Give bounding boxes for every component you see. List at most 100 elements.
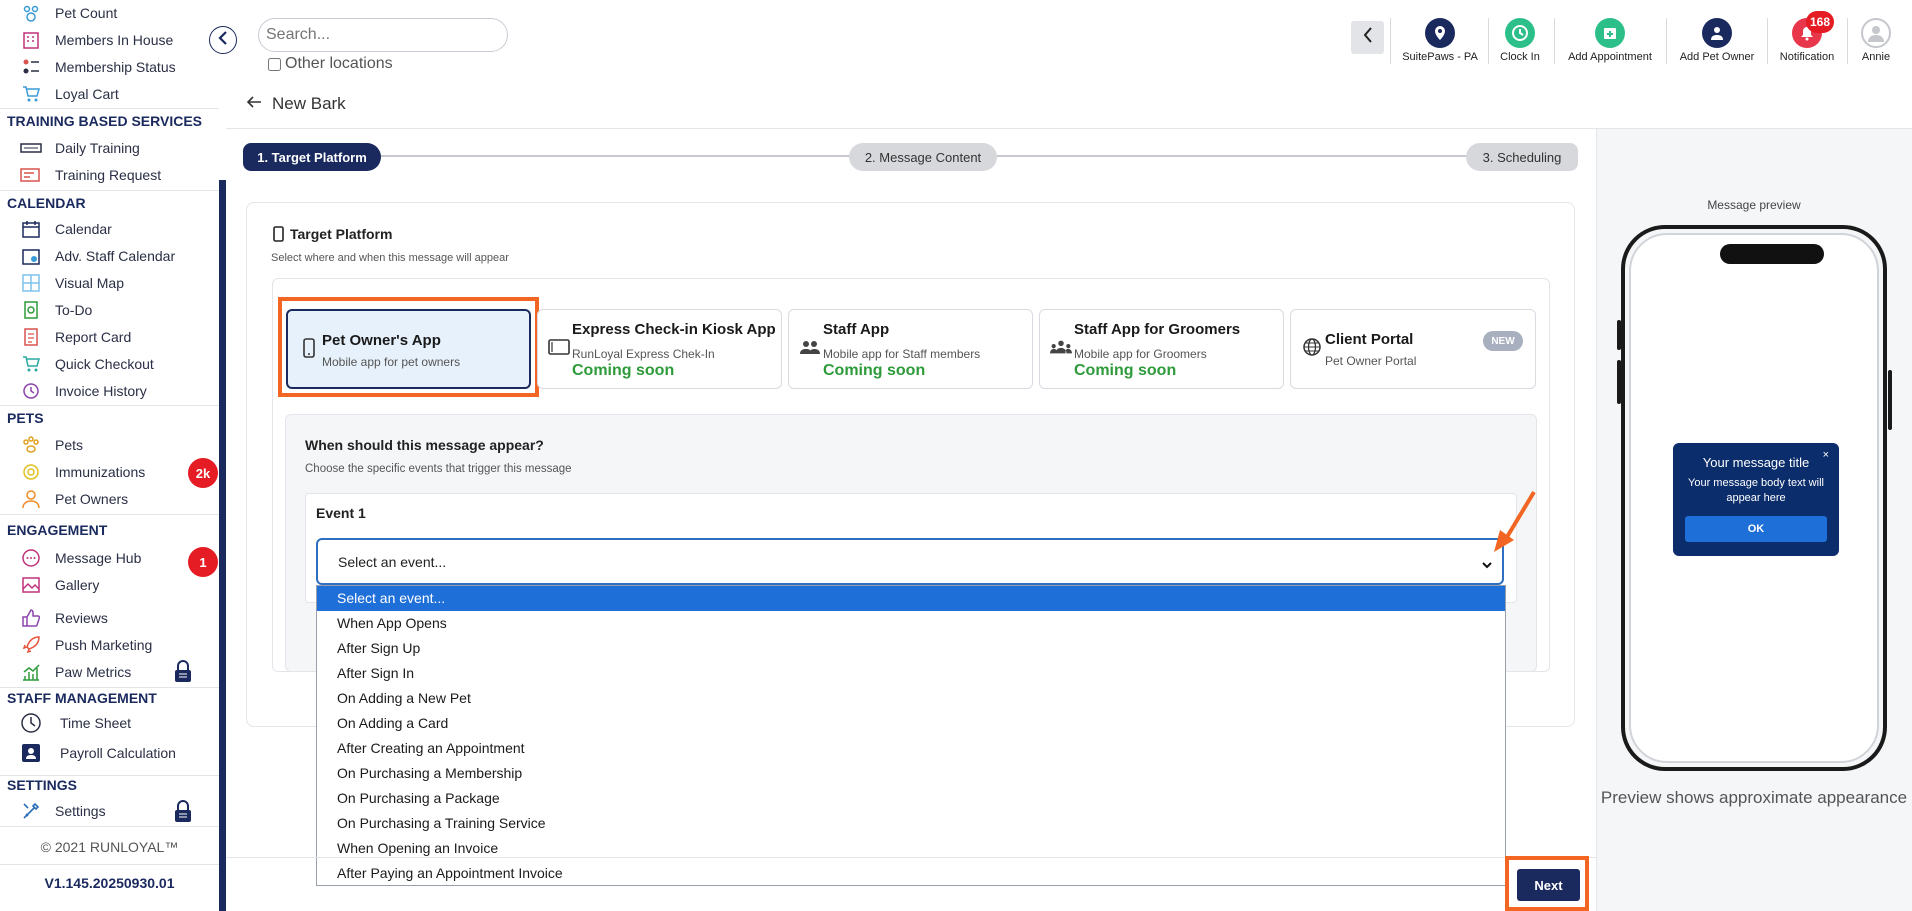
- sidebar-item-invoice-history[interactable]: Invoice History: [20, 379, 147, 403]
- user-menu-button[interactable]: Annie: [1856, 18, 1896, 63]
- back-arrow-icon[interactable]: [246, 94, 262, 115]
- event-select[interactable]: Select an event...: [316, 538, 1504, 585]
- sidebar-item-training-request[interactable]: Training Request: [20, 163, 161, 187]
- dropdown-option[interactable]: Select an event...: [317, 586, 1505, 611]
- sidebar-item-immunizations[interactable]: Immunizations: [20, 460, 145, 484]
- section-title: Target Platform: [290, 226, 393, 242]
- version-label: V1.145.20250930.01: [44, 875, 175, 891]
- section-subtitle: Select where and when this message will …: [271, 252, 509, 264]
- toolbar-divider: [1666, 18, 1667, 64]
- phone-side-button: [1617, 320, 1621, 350]
- shield-icon: [20, 461, 42, 483]
- sidebar-divider: [0, 775, 219, 776]
- immunizations-count-badge: 2k: [188, 458, 218, 488]
- lock-icon: [174, 660, 192, 682]
- thumbs-up-icon: [20, 607, 42, 629]
- other-locations-checkbox[interactable]: [268, 57, 281, 71]
- sidebar-collapse-button[interactable]: [209, 26, 237, 54]
- location-pin-icon: [1425, 18, 1455, 48]
- sidebar-item-daily-training[interactable]: Daily Training: [20, 136, 140, 160]
- platform-card-groomers-app[interactable]: Staff App for Groomers Mobile app for Gr…: [1039, 309, 1284, 389]
- platform-subtitle: Mobile app for Groomers: [1074, 347, 1207, 361]
- sidebar-item-label: Report Card: [55, 329, 132, 345]
- event-question-subtitle: Choose the specific events that trigger …: [305, 463, 572, 475]
- sidebar-item-paw-metrics[interactable]: Paw Metrics: [20, 660, 131, 684]
- gallery-icon: [20, 574, 42, 596]
- sidebar-divider: [0, 826, 219, 827]
- platform-card-client-portal[interactable]: Client Portal Pet Owner Portal NEW: [1290, 309, 1536, 389]
- dropdown-option[interactable]: On Purchasing a Training Service: [317, 811, 1505, 836]
- sidebar-item-visual-map[interactable]: Visual Map: [20, 271, 124, 295]
- toolbar-back-button[interactable]: [1351, 21, 1384, 54]
- sidebar-item-membership-status[interactable]: Membership Status: [20, 55, 176, 79]
- close-icon: ×: [1822, 449, 1829, 461]
- sidebar-item-label: Push Marketing: [55, 637, 153, 653]
- coming-soon-label: Coming soon: [572, 362, 675, 379]
- dropdown-option[interactable]: On Purchasing a Membership: [317, 761, 1505, 786]
- toolbar-label: Notification: [1779, 51, 1835, 63]
- annotation-highlight-box: [278, 297, 539, 397]
- sidebar-item-label: Pet Owners: [55, 491, 129, 507]
- platform-card-staff-app[interactable]: Staff App Mobile app for Staff members C…: [788, 309, 1033, 389]
- event-question: When should this message appear?: [305, 437, 544, 453]
- toolbar-divider: [1767, 18, 1768, 64]
- platform-title: Staff App for Groomers: [1074, 321, 1241, 338]
- sidebar-item-payroll-calculation[interactable]: Payroll Calculation: [20, 741, 176, 765]
- popup-body: Your message body text will appear here: [1688, 477, 1824, 504]
- chart-icon: [20, 661, 42, 683]
- location-selector[interactable]: SuitePaws - PA: [1399, 18, 1481, 63]
- paw-icon: [20, 434, 42, 456]
- clock-in-button[interactable]: Clock In: [1495, 18, 1545, 63]
- sidebar-item-members-in-house[interactable]: Members In House: [20, 28, 173, 52]
- dropdown-option[interactable]: After Creating an Appointment: [317, 736, 1505, 761]
- other-locations-toggle[interactable]: Other locations: [268, 55, 393, 73]
- add-appointment-button[interactable]: Add Appointment: [1563, 18, 1657, 63]
- sidebar-item-message-hub[interactable]: Message Hub: [20, 546, 141, 570]
- sidebar-item-pet-count[interactable]: Pet Count: [20, 1, 117, 25]
- sidebar-section-settings: SETTINGS: [7, 777, 78, 793]
- sidebar-item-pets[interactable]: Pets: [20, 433, 83, 457]
- sidebar-item-loyal-cart[interactable]: Loyal Cart: [20, 82, 119, 106]
- tools-icon: [20, 800, 42, 822]
- report-card-icon: [20, 326, 42, 348]
- search-input[interactable]: [258, 18, 508, 52]
- sidebar-section-calendar: CALENDAR: [7, 195, 86, 211]
- toolbar-label: SuitePaws - PA: [1402, 51, 1478, 63]
- sidebar-item-label: Daily Training: [55, 140, 140, 156]
- sidebar-item-report-card[interactable]: Report Card: [20, 325, 131, 349]
- sidebar-item-push-marketing[interactable]: Push Marketing: [20, 633, 152, 657]
- step-message-content[interactable]: 2. Message Content: [849, 143, 997, 171]
- dropdown-option[interactable]: On Purchasing a Package: [317, 786, 1505, 811]
- dropdown-option[interactable]: After Paying an Appointment Invoice: [317, 861, 1505, 886]
- dropdown-option[interactable]: After Sign Up: [317, 636, 1505, 661]
- sidebar-item-label: Adv. Staff Calendar: [55, 248, 176, 264]
- sidebar-divider: [0, 108, 219, 109]
- sidebar-item-label: Invoice History: [55, 383, 147, 399]
- dropdown-option[interactable]: When App Opens: [317, 611, 1505, 636]
- sidebar-item-gallery[interactable]: Gallery: [20, 573, 99, 597]
- sidebar-item-label: Reviews: [55, 610, 108, 626]
- sidebar-item-adv-staff-calendar[interactable]: Adv. Staff Calendar: [20, 244, 175, 268]
- sidebar-item-label: Time Sheet: [60, 715, 132, 731]
- paw-count-icon: [20, 2, 42, 24]
- sidebar-item-label: Pets: [55, 437, 84, 453]
- step-scheduling[interactable]: 3. Scheduling: [1466, 143, 1578, 171]
- globe-icon: [1301, 336, 1323, 358]
- sidebar-item-settings[interactable]: Settings: [20, 799, 106, 823]
- sidebar-item-calendar[interactable]: Calendar: [20, 217, 112, 241]
- dropdown-option[interactable]: On Adding a New Pet: [317, 686, 1505, 711]
- platform-card-kiosk-app[interactable]: Express Check-in Kiosk App RunLoyal Expr…: [537, 309, 782, 389]
- dropdown-option[interactable]: On Adding a Card: [317, 711, 1505, 736]
- sidebar-item-todo[interactable]: To-Do: [20, 298, 92, 322]
- phone-icon: [273, 226, 284, 247]
- sidebar-item-quick-checkout[interactable]: Quick Checkout: [20, 352, 154, 376]
- dropdown-option[interactable]: After Sign In: [317, 661, 1505, 686]
- sidebar-item-pet-owners[interactable]: Pet Owners: [20, 487, 128, 511]
- sidebar-item-reviews[interactable]: Reviews: [20, 606, 108, 630]
- add-pet-owner-button[interactable]: Add Pet Owner: [1675, 18, 1759, 63]
- page-title: New Bark: [272, 94, 346, 113]
- step-target-platform[interactable]: 1. Target Platform: [243, 143, 381, 171]
- payroll-icon: [20, 742, 42, 764]
- sidebar-item-time-sheet[interactable]: Time Sheet: [20, 711, 131, 735]
- add-user-icon: [1702, 18, 1732, 48]
